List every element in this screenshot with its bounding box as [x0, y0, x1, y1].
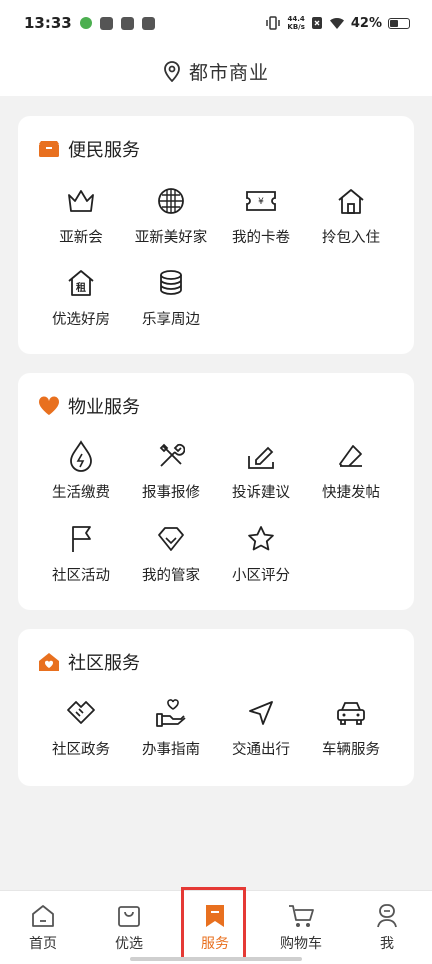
svg-text:¥: ¥ — [258, 197, 264, 207]
section-title: 便民服务 — [68, 140, 140, 161]
sim-icon — [311, 17, 322, 29]
bookmark-icon — [206, 905, 224, 927]
battery-icon — [388, 17, 410, 29]
network-speed: 44.4 KB/s — [287, 15, 305, 31]
battery-percent: 42% — [350, 15, 382, 31]
service-vehicle[interactable]: 车辆服务 — [306, 696, 396, 759]
diamond-icon — [158, 527, 184, 551]
status-bar: 13:33 44.4 KB/s 42% — [0, 0, 432, 46]
hand-heart-icon — [156, 699, 186, 727]
tab-cart[interactable]: 购物车 — [266, 903, 336, 953]
vibrate-icon — [266, 16, 281, 30]
handshake-icon — [67, 701, 95, 724]
edit-tray-icon — [248, 446, 274, 469]
status-time: 13:33 — [24, 14, 72, 32]
section-title: 社区服务 — [68, 653, 140, 674]
wifi-icon — [329, 17, 344, 29]
cart-icon — [289, 905, 314, 927]
sync-notification-icon — [141, 16, 155, 30]
tools-icon — [159, 443, 185, 467]
house-icon — [338, 189, 364, 214]
service-community-events[interactable]: 社区活动 — [36, 522, 126, 585]
tab-service[interactable]: 服务 — [180, 903, 250, 953]
navigation-arrow-icon — [249, 701, 273, 725]
service-yaxinhui[interactable]: 亚新会 — [36, 184, 126, 247]
mail-notification-icon — [120, 16, 134, 30]
water-drop-icon — [70, 440, 92, 472]
service-complaint[interactable]: 投诉建议 — [216, 439, 306, 502]
user-icon — [377, 904, 397, 928]
service-meihaojia[interactable]: 亚新美好家 — [126, 184, 216, 247]
service-move-in[interactable]: 拎包入住 — [306, 184, 396, 247]
app-notification-icon — [79, 17, 92, 29]
message-notification-icon — [99, 16, 113, 30]
service-repair[interactable]: 报事报修 — [126, 439, 216, 502]
heart-icon — [38, 396, 60, 415]
section-card-community: 社区服务 社区政务 办事指南 交通出行 车辆服务 — [18, 629, 414, 786]
service-gov-affairs[interactable]: 社区政务 — [36, 696, 126, 759]
flag-icon — [72, 526, 91, 552]
location-header[interactable]: 都市商业 — [0, 46, 432, 96]
home-heart-icon — [39, 653, 59, 671]
service-transport[interactable]: 交通出行 — [216, 696, 306, 759]
service-quick-post[interactable]: 快捷发帖 — [306, 439, 396, 502]
service-my-coupons[interactable]: ¥ 我的卡卷 — [216, 184, 306, 247]
location-pin-icon — [164, 61, 180, 82]
svg-text:租: 租 — [76, 281, 86, 294]
coin-stack-icon — [160, 270, 182, 295]
coupon-icon: ¥ — [246, 191, 276, 211]
service-nearby[interactable]: 乐享周边 — [126, 266, 216, 329]
service-guide[interactable]: 办事指南 — [126, 696, 216, 759]
service-pay-bills[interactable]: 生活缴费 — [36, 439, 126, 502]
service-rate-community[interactable]: 小区评分 — [216, 522, 306, 585]
section-card-property: 物业服务 生活缴费 报事报修 投诉建议 快捷发帖 社区活动 我的管家 小区评分 — [18, 373, 414, 610]
shopping-bag-icon — [118, 906, 140, 927]
bottom-navigation: 首页 优选 服务 购物车 我 — [0, 890, 432, 964]
section-card-convenience: 便民服务 亚新会 亚新美好家 ¥ 我的卡卷 拎包入住 租 优选好房 乐享周边 — [18, 116, 414, 354]
service-selected-homes[interactable]: 租 优选好房 — [36, 266, 126, 329]
tab-home[interactable]: 首页 — [8, 903, 78, 953]
box-icon — [39, 141, 59, 157]
crown-icon — [68, 190, 94, 212]
globe-grid-icon — [158, 188, 184, 214]
tab-me[interactable]: 我 — [352, 903, 422, 953]
car-icon — [337, 702, 365, 725]
home-icon — [32, 905, 54, 927]
gesture-bar[interactable] — [130, 957, 302, 961]
location-title: 都市商业 — [188, 61, 269, 84]
rent-house-icon: 租 — [68, 270, 94, 296]
tab-selected[interactable]: 优选 — [94, 903, 164, 953]
star-icon — [248, 526, 274, 551]
service-my-steward[interactable]: 我的管家 — [126, 522, 216, 585]
section-title: 物业服务 — [68, 397, 140, 418]
eraser-icon — [339, 445, 362, 467]
